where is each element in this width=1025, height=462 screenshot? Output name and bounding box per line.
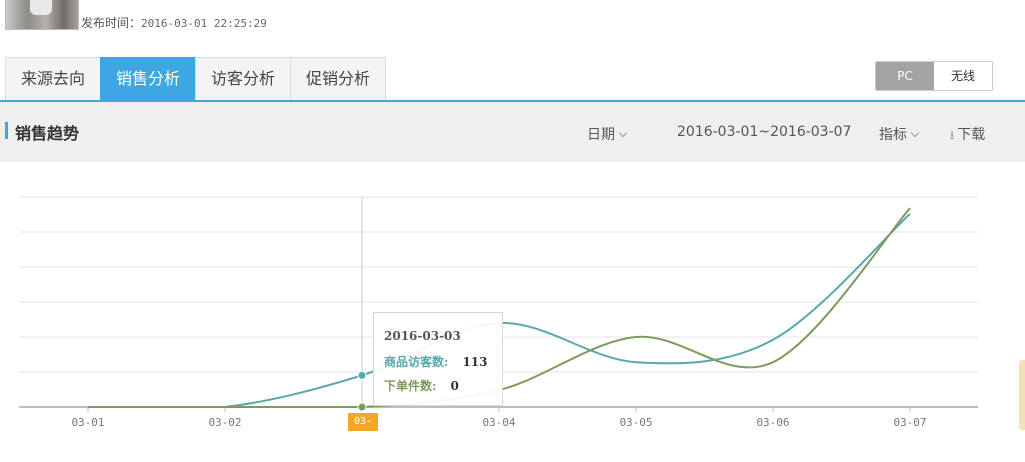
publish-time-value: 2016-03-01 22:25:29: [141, 17, 267, 30]
x-tick-label: 03-05: [619, 416, 652, 429]
x-tick-label: 03-06: [756, 416, 789, 429]
top-info: 发布时间：2016-03-01 22:25:29: [0, 0, 1025, 40]
download-button[interactable]: ⭳ 下载: [950, 124, 985, 147]
highlighted-x-label: 03-03: [348, 413, 378, 445]
x-tick-label: 03-01: [71, 416, 104, 429]
point-visitors-highlight: [357, 370, 367, 380]
chart-tooltip: 2016-03-03 商品访客数: 113 下单件数: 0: [373, 312, 503, 406]
date-dropdown[interactable]: 日期: [587, 124, 628, 144]
chevron-down-icon: [618, 128, 628, 138]
date-dropdown-label: 日期: [587, 127, 615, 143]
sales-trend-chart: 03-01 03-02 03-04 03-05 03-06 03-07: [0, 162, 1025, 462]
publish-time-label: 发布时间：: [81, 16, 142, 30]
wireless-button[interactable]: 无线: [934, 62, 992, 90]
analysis-tabs: 来源去向 销售分析 访客分析 促销分析: [5, 57, 387, 101]
scroll-handle[interactable]: [1019, 360, 1025, 430]
tooltip-visitors-label: 商品访客数:: [384, 355, 449, 369]
tooltip-date: 2016-03-03: [384, 329, 461, 343]
x-tick-label: 03-04: [482, 416, 515, 429]
metric-dropdown-label: 指标: [879, 127, 907, 143]
download-label: 下载: [957, 127, 986, 143]
metric-dropdown[interactable]: 指标: [879, 124, 920, 144]
tab-source[interactable]: 来源去向: [5, 57, 101, 100]
x-tick-label: 03-07: [893, 416, 926, 429]
point-orders-highlight: [357, 402, 367, 412]
pc-button[interactable]: PC: [876, 62, 934, 90]
section-title: 销售趋势: [15, 124, 80, 143]
tab-sales-analysis[interactable]: 销售分析: [100, 57, 196, 100]
tab-promotion-analysis[interactable]: 促销分析: [290, 57, 387, 100]
section-accent: [5, 122, 8, 139]
device-toggle: PC 无线: [875, 61, 993, 91]
tooltip-row-orders: 下单件数: 0: [384, 377, 459, 394]
tooltip-visitors-value: 113: [462, 355, 488, 369]
tooltip-row-visitors: 商品访客数: 113: [384, 353, 488, 370]
line-chart: 03-01 03-02 03-04 03-05 03-06 03-07: [19, 196, 978, 429]
publish-time: 发布时间：2016-03-01 22:25:29: [81, 14, 267, 31]
date-range[interactable]: 2016-03-01~2016-03-07: [677, 124, 851, 140]
download-icon: ⭳: [950, 128, 955, 142]
tab-visitor-analysis[interactable]: 访客分析: [195, 57, 291, 100]
section-toolbar: 销售趋势 日期 2016-03-01~2016-03-07 指标 ⭳ 下载: [0, 102, 1025, 162]
tooltip-orders-value: 0: [450, 379, 459, 393]
x-tick-label: 03-02: [208, 416, 241, 429]
tooltip-orders-label: 下单件数:: [384, 379, 437, 393]
product-thumbnail[interactable]: [5, 0, 79, 30]
chevron-down-icon: [910, 128, 920, 138]
